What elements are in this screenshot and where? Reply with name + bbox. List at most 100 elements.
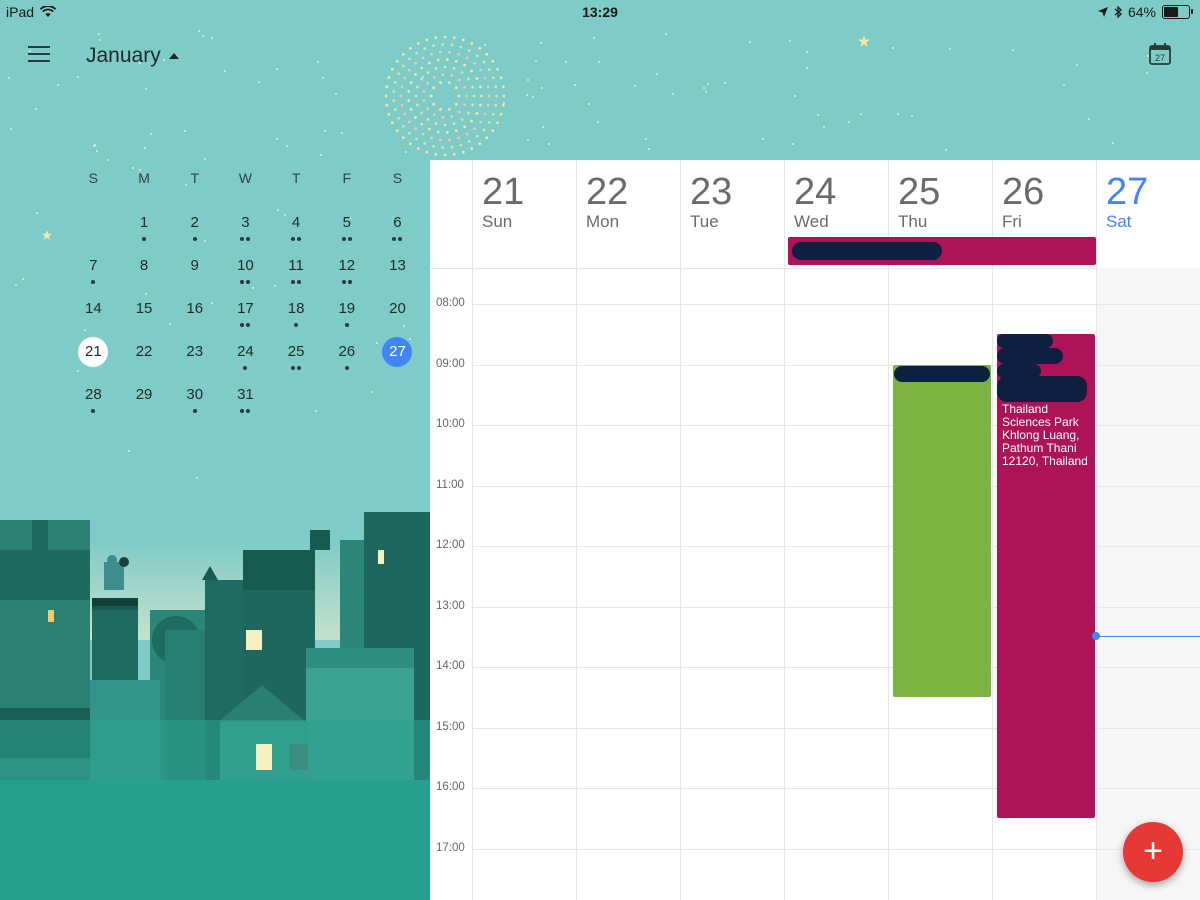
mini-calendar-day[interactable]: 13 — [382, 251, 412, 281]
star-dot — [1087, 118, 1090, 121]
mini-calendar-day[interactable]: 26 — [332, 337, 362, 367]
mini-calendar-cell[interactable]: 12 — [321, 251, 372, 294]
mini-calendar-cell[interactable]: 21 — [68, 337, 119, 380]
event-dot — [246, 237, 251, 241]
mini-calendar-cell[interactable]: 22 — [119, 337, 170, 380]
firework-dot — [428, 61, 431, 65]
mini-calendar-cell[interactable]: 28 — [68, 380, 119, 423]
mini-calendar-day[interactable]: 7 — [78, 251, 108, 281]
mini-calendar-day[interactable]: 4 — [281, 208, 311, 238]
mini-calendar-day[interactable]: 29 — [129, 380, 159, 410]
mini-calendar-day[interactable]: 22 — [129, 337, 159, 367]
mini-calendar-day[interactable]: 27 — [382, 337, 413, 367]
firework-dot — [502, 94, 505, 98]
mini-calendar-day[interactable]: 12 — [332, 251, 362, 281]
friday-event[interactable]: Thailand Sciences Park Khlong Luang, Pat… — [997, 334, 1095, 819]
mini-calendar-cell[interactable]: 14 — [68, 294, 119, 337]
mini-calendar-day[interactable]: 30 — [180, 380, 210, 410]
mini-calendar-day[interactable]: 16 — [180, 294, 210, 324]
thursday-event[interactable] — [893, 364, 991, 698]
time-grid[interactable]: 08:00 09:00 10:00 11:00 12:00 13:00 14:00 15:00… — [430, 268, 1200, 900]
firework-dot — [391, 67, 394, 71]
firework-dot — [478, 142, 482, 146]
mini-calendar-day[interactable]: 20 — [382, 294, 412, 324]
mini-calendar-cell[interactable]: 6 — [372, 208, 423, 251]
add-event-button[interactable]: + — [1123, 822, 1183, 882]
event-dot — [240, 409, 245, 413]
mini-calendar-cell[interactable]: 5 — [321, 208, 372, 251]
mini-calendar-cell[interactable]: 17 — [220, 294, 271, 337]
mini-calendar-day[interactable]: 31 — [230, 380, 260, 410]
mini-calendar-day[interactable]: 6 — [382, 208, 412, 238]
mini-calendar-day[interactable]: 11 — [281, 251, 311, 281]
mini-calendar-cell[interactable]: 9 — [169, 251, 220, 294]
mini-calendar-cell[interactable]: 8 — [119, 251, 170, 294]
mini-calendar-cell[interactable]: 24 — [220, 337, 271, 380]
menu-icon[interactable] — [28, 46, 50, 64]
mini-calendar-day[interactable]: 3 — [230, 208, 260, 238]
event-dot — [243, 366, 248, 370]
month-selector[interactable]: January — [86, 44, 179, 68]
day-header-mon[interactable]: 22 Mon — [576, 160, 680, 268]
mini-calendar-cell[interactable]: 30 — [169, 380, 220, 423]
mini-calendar-cell[interactable]: 4 — [271, 208, 322, 251]
battery-icon — [1162, 5, 1193, 19]
firework-dot — [403, 112, 407, 116]
firework-dot — [475, 112, 479, 115]
mini-calendar-day[interactable]: 19 — [332, 294, 362, 324]
day-header-sat[interactable]: 27 Sat — [1096, 160, 1200, 268]
day-number: 21 — [482, 171, 525, 213]
mini-calendar-day[interactable]: 8 — [129, 251, 159, 281]
mini-calendar-cell[interactable]: 11 — [271, 251, 322, 294]
mini-calendar-day[interactable]: 1 — [129, 208, 159, 238]
mini-calendar-cell[interactable]: 19 — [321, 294, 372, 337]
mini-calendar-day[interactable]: 17 — [230, 294, 260, 324]
mini-calendar-day[interactable]: 24 — [230, 337, 260, 367]
mini-calendar-cell[interactable]: 7 — [68, 251, 119, 294]
firework-dot — [414, 116, 417, 119]
mini-calendar-cell[interactable]: 31 — [220, 380, 271, 423]
mini-calendar-cell[interactable]: 29 — [119, 380, 170, 423]
time-label: 14:00 — [436, 660, 465, 672]
mini-calendar-cell[interactable]: 3 — [220, 208, 271, 251]
mini-calendar-day[interactable]: 18 — [281, 294, 311, 324]
mini-calendar-day[interactable]: 10 — [230, 251, 260, 281]
firework-dot — [428, 127, 431, 131]
mini-calendar-day[interactable]: 28 — [78, 380, 108, 410]
mini-calendar-cell[interactable]: 18 — [271, 294, 322, 337]
mini-calendar-day[interactable]: 25 — [281, 337, 311, 367]
star-dot — [204, 158, 207, 161]
mini-calendar-day[interactable]: 5 — [332, 208, 362, 238]
mini-calendar-day[interactable]: 9 — [180, 251, 210, 281]
day-header-sun[interactable]: 21 Sun — [472, 160, 576, 268]
mini-calendar-cell[interactable]: 1 — [119, 208, 170, 251]
mini-calendar-day[interactable]: 21 — [78, 337, 109, 367]
firework-dot — [392, 89, 396, 93]
week-header: 21 Sun 22 Mon 23 Tue 24 Wed 25 Thu 26 Fri 27 Sat — [430, 160, 1200, 269]
event-indicator-dots — [271, 280, 322, 284]
mini-calendar-cell[interactable]: 26 — [321, 337, 372, 380]
mini-calendar-cell[interactable]: 15 — [119, 294, 170, 337]
all-day-event[interactable] — [788, 237, 1096, 265]
mini-calendar-day[interactable]: 14 — [78, 294, 108, 324]
mini-calendar-cell[interactable]: 27 — [372, 337, 423, 380]
mini-calendar-cell[interactable]: 10 — [220, 251, 271, 294]
mini-calendar-cell[interactable]: 25 — [271, 337, 322, 380]
mini-calendar-day[interactable]: 2 — [180, 208, 210, 238]
event-dot — [91, 409, 96, 413]
mini-calendar-cell[interactable]: 16 — [169, 294, 220, 337]
mini-calendar-day[interactable]: 15 — [129, 294, 159, 324]
firework-dot — [491, 59, 495, 63]
day-header-tue[interactable]: 23 Tue — [680, 160, 784, 268]
event-indicator-dots — [220, 237, 271, 241]
firework-dot — [450, 115, 454, 118]
mini-calendar-cell[interactable]: 20 — [372, 294, 423, 337]
mini-calendar-cell[interactable]: 2 — [169, 208, 220, 251]
firework-dot — [432, 44, 435, 48]
mini-calendar-day[interactable]: 23 — [180, 337, 210, 367]
mini-calendar-cell[interactable]: 23 — [169, 337, 220, 380]
firework-dot — [407, 99, 411, 102]
current-time-line — [1096, 635, 1200, 637]
today-calendar-icon[interactable]: 27 — [1148, 42, 1172, 66]
mini-calendar-cell[interactable]: 13 — [372, 251, 423, 294]
